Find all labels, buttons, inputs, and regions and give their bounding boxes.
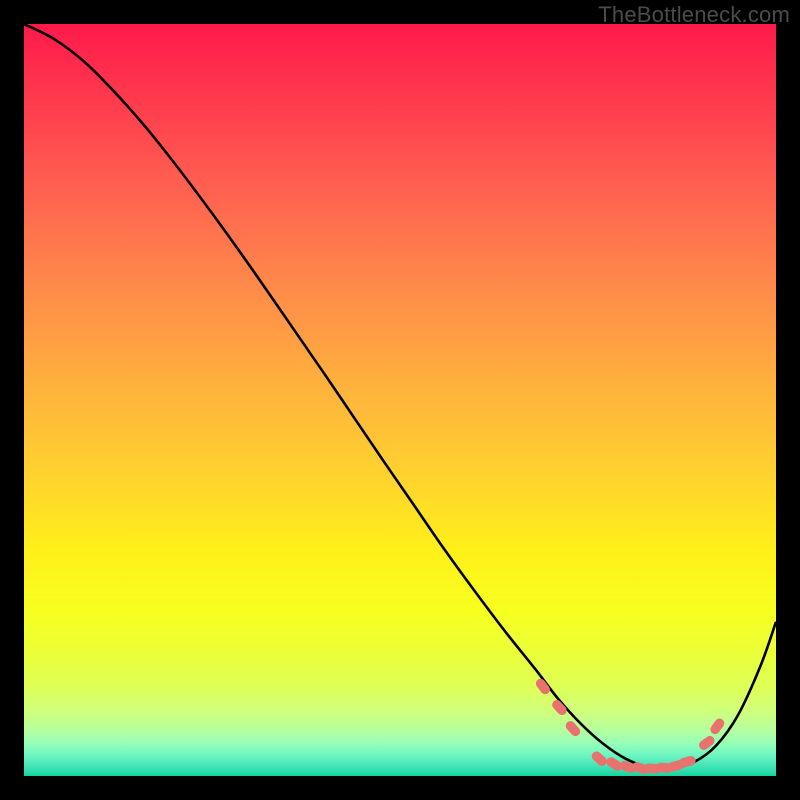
gradient-background xyxy=(24,24,776,776)
plot-area xyxy=(24,24,776,776)
chart-frame: TheBottleneck.com xyxy=(0,0,800,800)
bottleneck-chart-svg xyxy=(24,24,776,776)
